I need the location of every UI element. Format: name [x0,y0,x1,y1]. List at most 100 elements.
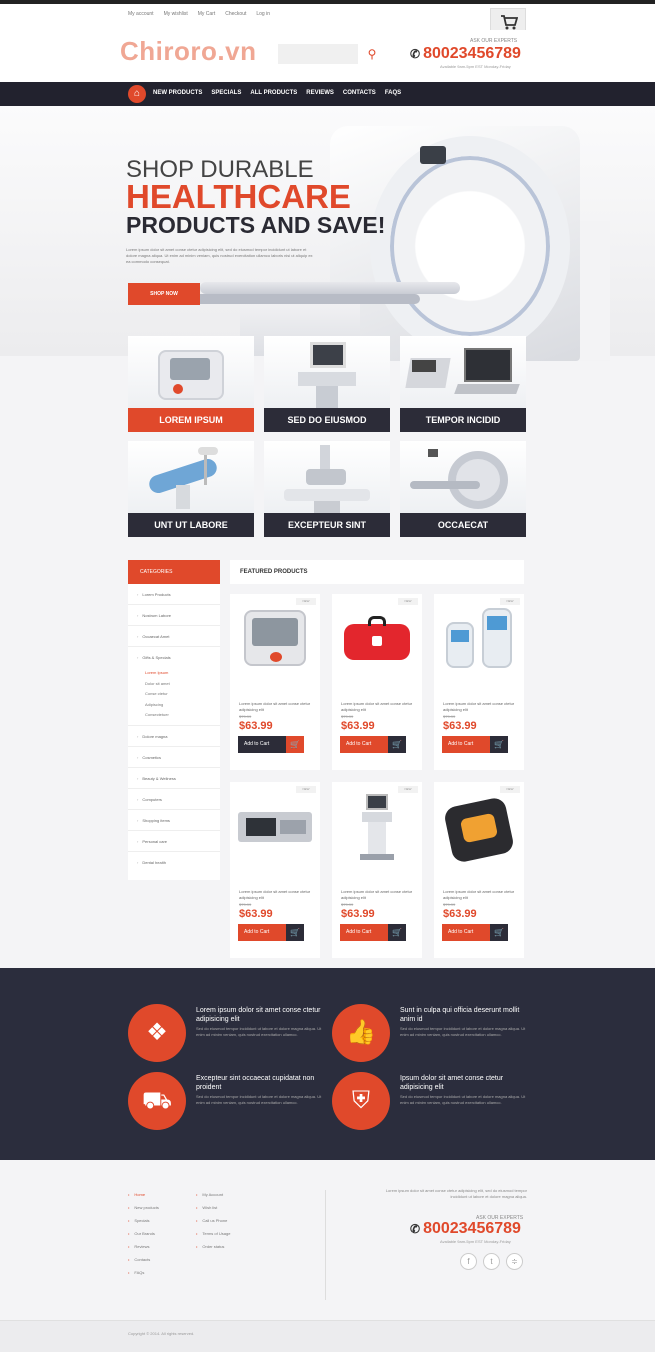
footer-link[interactable]: My Account [196,1188,230,1201]
product-price: $63.99 [239,908,273,920]
cart-icon[interactable]: 🛒 [286,736,304,753]
shop-now-button[interactable]: SHOP NOW [128,283,200,305]
home-icon: ⌂ [133,88,141,99]
cart-icon[interactable]: 🛒 [490,736,508,753]
truck-icon: ⛟ [128,1072,186,1130]
bottom-bar: Copyright © 2014. All rights reserved. [0,1320,655,1352]
sidebar-subitem[interactable]: Consectetuer [128,710,220,726]
category-tile[interactable]: TEMPOR INCIDID [400,336,526,432]
sidebar-item[interactable]: Gifts & Specials [128,647,220,668]
product-price: $63.99 [341,720,375,732]
cart-icon[interactable]: 🛒 [388,736,406,753]
scanner-panel-image [420,146,446,164]
top-link-checkout[interactable]: Checkout [225,11,246,17]
header: Chiroro.vn ⚲ ASK OUR EXPERTS ✆ 8002345678… [0,30,655,82]
footer-link[interactable]: Specials [128,1214,159,1227]
sidebar-item[interactable]: Lorem Products [128,584,220,605]
product-description[interactable]: Lorem ipsum dolor sit amet conse ctetur … [239,701,313,713]
footer-link[interactable]: Wish list [196,1201,230,1214]
top-link-login[interactable]: Log in [256,11,270,17]
product-description[interactable]: Lorem ipsum dolor sit amet conse ctetur … [239,889,313,901]
footer-link[interactable]: Contacts [128,1253,159,1266]
top-bar: My account My wishlist My Cart Checkout … [0,0,655,38]
hours-text: Available 9am-5pm EST Monday-Friday [440,64,511,69]
product-card[interactable]: NEW Lorem ipsum dolor sit amet conse cte… [332,594,422,770]
category-label: LOREM IPSUM [128,408,254,432]
category-label: EXCEPTEUR SINT [264,513,390,537]
product-old-price: $79.99 [239,902,252,907]
nav-item-new-products[interactable]: NEW PRODUCTS [153,90,202,96]
product-description[interactable]: Lorem ipsum dolor sit amet conse ctetur … [341,889,415,901]
phone-icon: ✆ [410,47,421,61]
category-tile[interactable]: SED DO EIUSMOD [264,336,390,432]
feature-title: Excepteur sint occaecat cupidatat non pr… [196,1075,315,1091]
nav-item-specials[interactable]: SPECIALS [211,90,241,96]
product-card[interactable]: NEW Lorem ipsum dolor sit amet conse cte… [434,594,524,770]
sidebar-item[interactable]: Dental health [128,852,220,873]
main-nav: ⌂ NEW PRODUCTS SPECIALS ALL PRODUCTS REV… [0,82,655,106]
sidebar-subitem[interactable]: Dolor sit amet [128,679,220,690]
ultrasound-machine-image [264,336,390,408]
nav-item-reviews[interactable]: REVIEWS [306,90,334,96]
product-image-ultrasound-cart [332,782,422,882]
cart-icon[interactable]: 🛒 [286,924,304,941]
product-price: $63.99 [443,720,477,732]
product-card[interactable]: NEW Lorem ipsum dolor sit amet conse cte… [230,782,320,958]
product-description[interactable]: Lorem ipsum dolor sit amet conse ctetur … [443,701,517,713]
footer-link[interactable]: Reviews [128,1240,159,1253]
top-link-wishlist[interactable]: My wishlist [164,11,188,17]
footer-link[interactable]: Our Brands [128,1227,159,1240]
features-band: ❖ Lorem ipsum dolor sit amet conse ctetu… [0,968,655,1160]
product-card[interactable]: NEW Lorem ipsum dolor sit amet conse cte… [230,594,320,770]
hotline-label: ASK OUR EXPERTS [470,38,518,44]
sidebar-item[interactable]: Personal care [128,831,220,852]
footer-link[interactable]: FAQs [128,1266,159,1279]
category-label: UNT UT LABORE [128,513,254,537]
logo[interactable]: Chiroro.vn [120,36,256,67]
product-description[interactable]: Lorem ipsum dolor sit amet conse ctetur … [443,889,517,901]
sidebar-item[interactable]: Cosmetics [128,747,220,768]
footer-link[interactable]: Home [128,1188,159,1201]
cart-icon[interactable]: 🛒 [490,924,508,941]
category-tile[interactable]: OCCAECAT [400,441,526,537]
top-links: My account My wishlist My Cart Checkout … [128,11,270,17]
category-tile[interactable]: EXCEPTEUR SINT [264,441,390,537]
top-link-cart[interactable]: My Cart [198,11,216,17]
footer-link[interactable]: Order status [196,1240,230,1253]
product-old-price: $79.99 [341,902,354,907]
sidebar-item[interactable]: Nostrum Labore [128,605,220,626]
sidebar-item[interactable]: Beauty & Wellness [128,768,220,789]
nav-item-contacts[interactable]: CONTACTS [343,90,376,96]
cart-icon [501,15,518,30]
nav-item-faqs[interactable]: FAQS [385,90,401,96]
product-description[interactable]: Lorem ipsum dolor sit amet conse ctetur … [341,701,415,713]
sidebar-item[interactable]: Occaecat Amet [128,626,220,647]
product-card[interactable]: NEW Lorem ipsum dolor sit amet conse cte… [332,782,422,958]
footer-link[interactable]: Call us Phone [196,1214,230,1227]
feature-text: Sed do eiusmod tempor incididunt ut labo… [196,1026,322,1037]
category-tile[interactable]: LOREM IPSUM [128,336,254,432]
nav-item-all-products[interactable]: ALL PRODUCTS [250,90,297,96]
sidebar-item[interactable]: Shopping items [128,810,220,831]
twitter-icon[interactable]: t [483,1253,500,1270]
search-button[interactable]: ⚲ [358,44,386,64]
sidebar-subitem[interactable]: Lorem Ipsum [128,668,220,679]
home-button[interactable]: ⌂ [128,85,146,103]
search-input[interactable] [278,44,358,64]
category-tile[interactable]: UNT UT LABORE [128,441,254,537]
sidebar-item[interactable]: Computers [128,789,220,810]
product-card[interactable]: NEW Lorem ipsum dolor sit amet conse cte… [434,782,524,958]
footer-link[interactable]: Terms of Usage [196,1227,230,1240]
sidebar-subitem[interactable]: Conse ctetur [128,689,220,700]
facebook-icon[interactable]: f [460,1253,477,1270]
rss-icon[interactable]: ≑ [506,1253,523,1270]
feature-text: Sed do eiusmod tempor incididunt ut labo… [400,1026,526,1037]
product-image-defibrillator [434,782,524,882]
feature-title: Sunt in culpa qui officia deserunt molli… [400,1007,520,1023]
footer-link[interactable]: New products [128,1201,158,1214]
cart-icon[interactable]: 🛒 [388,924,406,941]
sidebar-subitem[interactable]: Adipiscing [128,700,220,711]
scanner-ring-image [370,136,570,356]
top-link-account[interactable]: My account [128,11,154,17]
sidebar-item[interactable]: Dolore magna [128,726,220,747]
